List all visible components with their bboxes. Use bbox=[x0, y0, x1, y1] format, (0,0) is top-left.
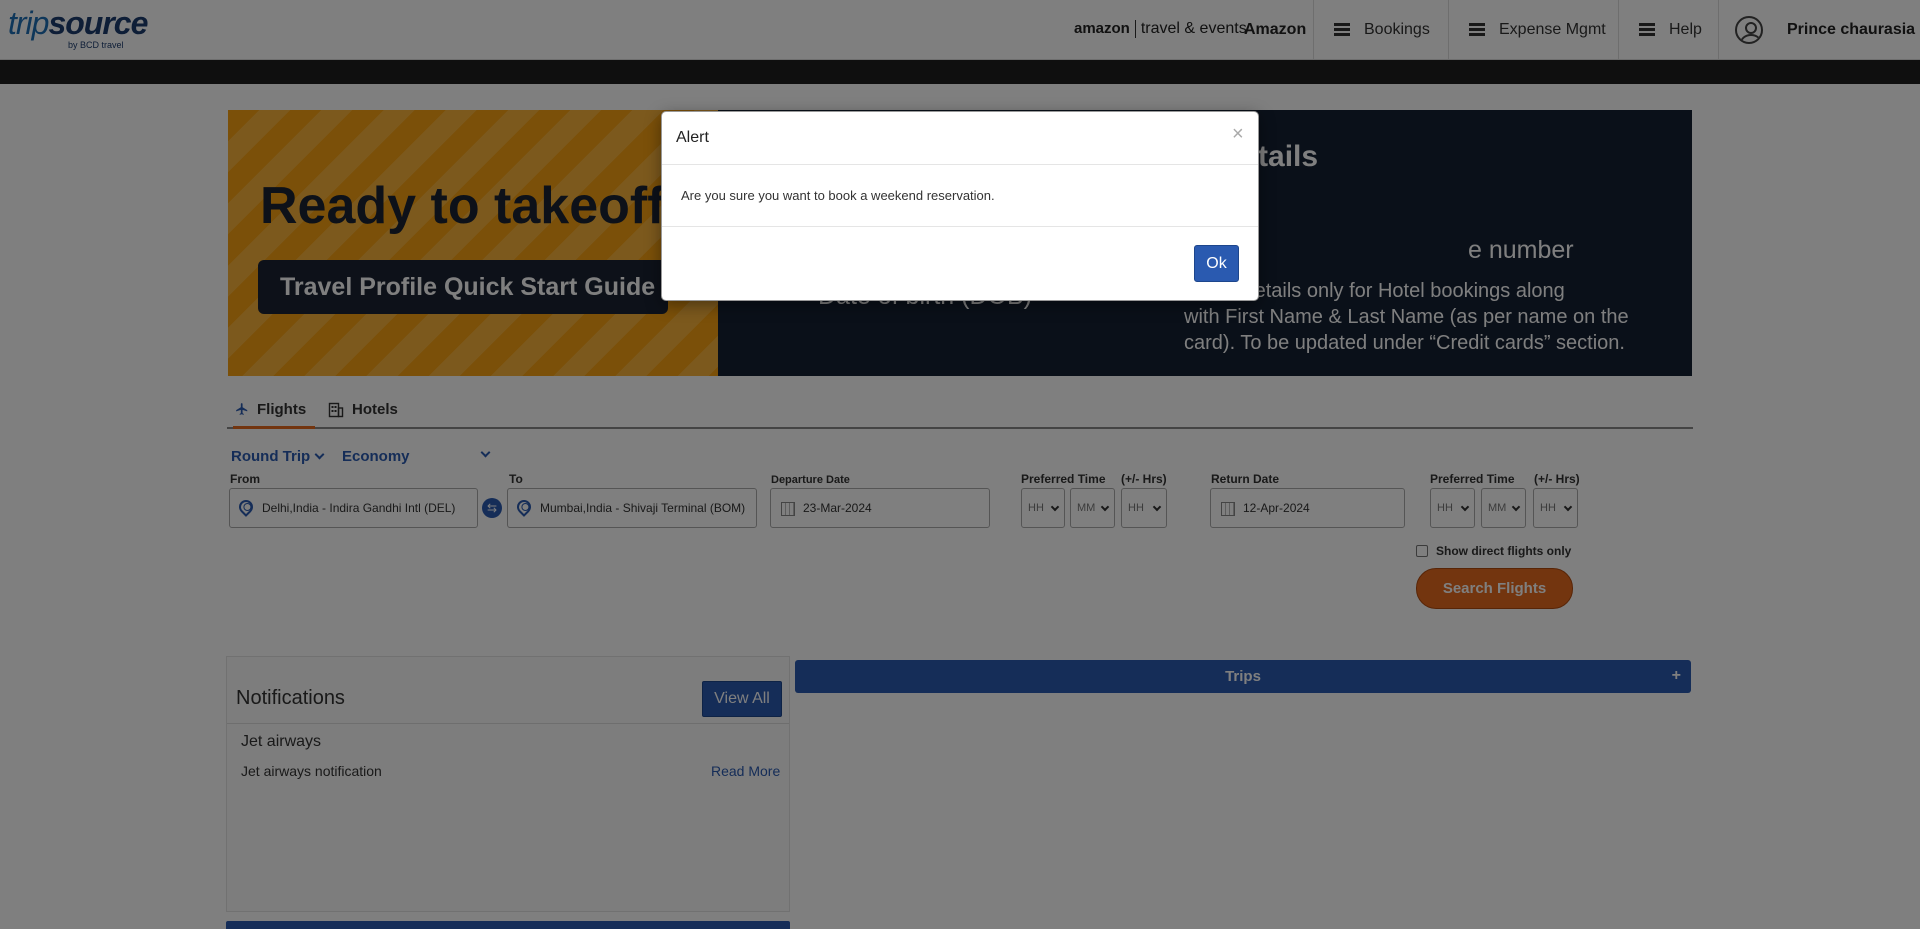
alert-footer-divider bbox=[662, 226, 1258, 227]
alert-message: Are you sure you want to book a weekend … bbox=[681, 188, 995, 203]
alert-title: Alert bbox=[676, 129, 709, 146]
alert-dialog: Alert × Are you sure you want to book a … bbox=[661, 111, 1259, 301]
alert-header: Alert × bbox=[662, 112, 1258, 165]
ok-button[interactable]: Ok bbox=[1194, 245, 1239, 282]
close-icon[interactable]: × bbox=[1232, 124, 1244, 144]
